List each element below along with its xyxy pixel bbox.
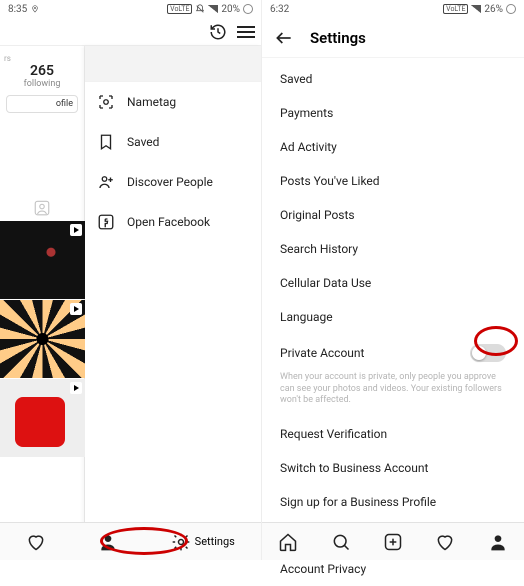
back-icon[interactable]	[274, 28, 294, 48]
left-phone: 8:35 VoLTE 20% rs 265 following ofile	[0, 0, 262, 560]
status-bar: 6:32 VoLTE 26%	[262, 0, 524, 18]
setting-label: Search History	[280, 242, 358, 256]
right-phone: 6:32 VoLTE 26% Settings Saved Payments A…	[262, 0, 524, 560]
menu-username-placeholder	[85, 46, 261, 82]
setting-label: Language	[280, 310, 333, 324]
hamburger-icon[interactable]	[237, 26, 255, 38]
bottom-nav-right	[262, 522, 524, 560]
post-thumbnail[interactable]	[0, 300, 85, 378]
menu-facebook[interactable]: Open Facebook	[85, 202, 261, 242]
volte-badge: VoLTE	[167, 4, 192, 14]
search-icon[interactable]	[331, 532, 351, 552]
setting-cellular[interactable]: Cellular Data Use	[262, 266, 524, 300]
settings-header: Settings	[262, 18, 524, 58]
following-count: 265	[4, 63, 80, 79]
heart-icon[interactable]	[435, 532, 455, 552]
setting-ad-activity[interactable]: Ad Activity	[262, 130, 524, 164]
setting-signup-business[interactable]: Sign up for a Business Profile	[262, 485, 524, 519]
setting-label: Private Account	[280, 346, 364, 360]
edit-profile-button[interactable]: ofile	[6, 95, 78, 113]
video-icon	[70, 382, 82, 394]
status-time: 6:32	[270, 4, 289, 15]
setting-payments[interactable]: Payments	[262, 96, 524, 130]
battery-pct: 20%	[221, 4, 240, 15]
mute-icon	[195, 4, 205, 14]
tagged-tab-icon[interactable]	[0, 199, 84, 217]
side-menu: Nametag Saved Discover People Open Faceb…	[85, 46, 261, 540]
gear-icon	[171, 532, 191, 552]
page-title: Settings	[310, 29, 366, 47]
battery-pct: 26%	[484, 4, 503, 15]
private-account-toggle[interactable]	[470, 344, 506, 362]
discover-icon	[97, 173, 115, 191]
video-icon	[70, 224, 82, 236]
setting-request-verification[interactable]: Request Verification	[262, 417, 524, 451]
setting-posts-liked[interactable]: Posts You've Liked	[262, 164, 524, 198]
menu-discover[interactable]: Discover People	[85, 162, 261, 202]
video-icon	[70, 303, 82, 315]
menu-nametag[interactable]: Nametag	[85, 82, 261, 122]
battery-circle-icon	[506, 4, 516, 14]
partial-label: rs	[4, 54, 80, 63]
battery-circle-icon	[243, 4, 253, 14]
new-post-icon[interactable]	[383, 532, 403, 552]
location-icon	[31, 4, 39, 14]
bottom-nav-left: Settings	[0, 522, 261, 560]
setting-label: Account Privacy	[280, 562, 366, 576]
menu-label: Saved	[127, 135, 159, 149]
setting-private-account[interactable]: Private Account	[262, 334, 524, 372]
following-label: following	[4, 79, 80, 89]
home-icon[interactable]	[278, 532, 298, 552]
history-icon[interactable]	[209, 23, 227, 41]
setting-label: Sign up for a Business Profile	[280, 495, 436, 509]
setting-label: Switch to Business Account	[280, 461, 428, 475]
setting-label: Ad Activity	[280, 140, 337, 154]
status-bar: 8:35 VoLTE 20%	[0, 0, 261, 18]
menu-label: Discover People	[127, 175, 213, 189]
setting-saved[interactable]: Saved	[262, 62, 524, 96]
setting-label: Original Posts	[280, 208, 355, 222]
profile-strip: rs 265 following ofile	[0, 46, 85, 540]
setting-search-history[interactable]: Search History	[262, 232, 524, 266]
menu-label: Open Facebook	[127, 215, 210, 229]
menu-label: Nametag	[127, 95, 176, 109]
private-account-description: When your account is private, only peopl…	[262, 372, 524, 417]
settings-label: Settings	[195, 535, 235, 548]
setting-label: Request Verification	[280, 427, 387, 441]
signal-icon	[208, 5, 218, 13]
person-icon[interactable]	[98, 532, 118, 552]
post-thumbnail[interactable]	[0, 379, 85, 457]
following-stat[interactable]: rs 265 following	[4, 54, 80, 89]
settings-button[interactable]: Settings	[171, 532, 235, 552]
setting-label: Payments	[280, 106, 333, 120]
signal-icon	[471, 5, 481, 13]
volte-badge: VoLTE	[443, 4, 468, 14]
status-time: 8:35	[8, 4, 27, 15]
nametag-icon	[97, 93, 115, 111]
setting-label: Saved	[280, 72, 312, 86]
facebook-icon	[97, 213, 115, 231]
menu-saved[interactable]: Saved	[85, 122, 261, 162]
post-thumbnail[interactable]	[0, 221, 85, 299]
setting-label: Cellular Data Use	[280, 276, 371, 290]
profile-topbar	[0, 18, 261, 46]
heart-icon[interactable]	[26, 532, 46, 552]
person-icon[interactable]	[488, 532, 508, 552]
setting-switch-business[interactable]: Switch to Business Account	[262, 451, 524, 485]
bookmark-icon	[97, 133, 115, 151]
post-grid	[0, 221, 84, 458]
setting-label: Posts You've Liked	[280, 174, 380, 188]
setting-original-posts[interactable]: Original Posts	[262, 198, 524, 232]
setting-language[interactable]: Language	[262, 300, 524, 334]
settings-list: Saved Payments Ad Activity Posts You've …	[262, 58, 524, 586]
